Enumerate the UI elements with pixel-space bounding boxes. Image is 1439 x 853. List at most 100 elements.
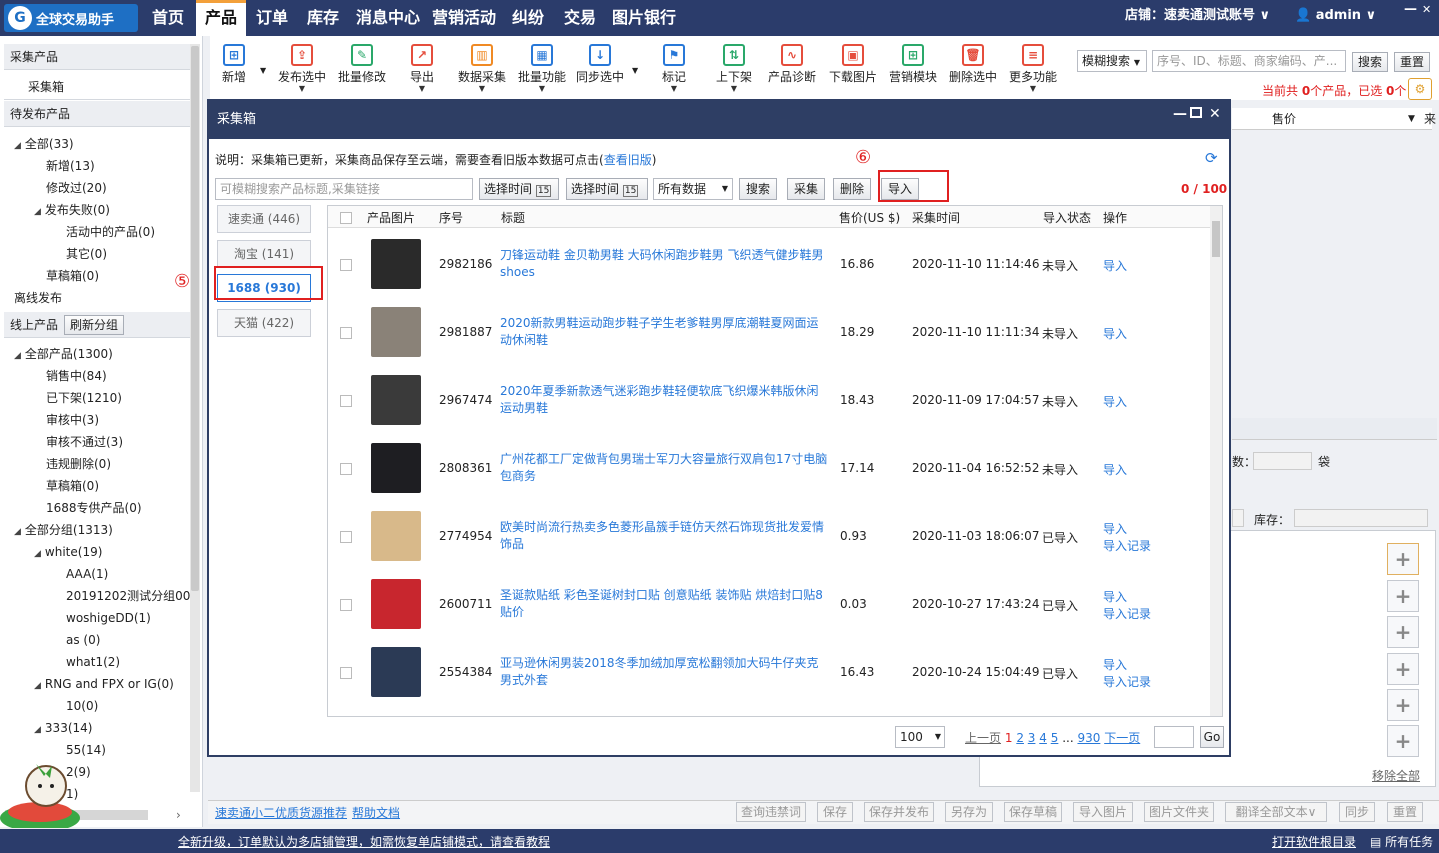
mascot-icon[interactable] (0, 760, 84, 832)
product-title-link[interactable]: 2020新款男鞋运动跑步鞋子学生老爹鞋男厚底潮鞋夏网面运动休闲鞋 (500, 315, 830, 349)
close-icon[interactable]: ✕ (1209, 106, 1221, 122)
row-checkbox[interactable] (340, 259, 352, 271)
save-as-button[interactable]: 另存为 (945, 802, 993, 822)
nav-disputes[interactable]: 纠纷 (512, 0, 544, 36)
delete-button[interactable]: 删除 (833, 178, 871, 200)
grid-scrollbar[interactable] (1210, 206, 1222, 716)
table-row[interactable]: 2967474 2020年夏季新款透气迷彩跑步鞋轻便软底飞织爆米韩版休闲运动男鞋 1… (328, 365, 1210, 433)
row-import-link[interactable]: 导入 (1103, 656, 1127, 673)
store-selector[interactable]: 店铺：速卖通测试账号 ∨ (1125, 0, 1270, 36)
search-mode-select[interactable]: 模糊搜索 ▼ (1077, 50, 1147, 72)
page-2-link[interactable]: 2 (1016, 731, 1024, 745)
tree-item[interactable]: 草稿箱(0) (14, 475, 198, 497)
table-row[interactable]: 2981887 2020新款男鞋运动跑步鞋子学生老爹鞋男厚底潮鞋夏网面运动休闲鞋 1… (328, 297, 1210, 365)
toolbar-batch-edit-button[interactable]: ✎ 批量修改 (334, 44, 390, 85)
collect-search-button[interactable]: 搜索 (739, 178, 777, 200)
product-title-link[interactable]: 亚马逊休闲男装2018冬季加绒加厚宽松翻领加大码牛仔夹克男式外套 (500, 655, 830, 689)
toolbar-marketing-button[interactable]: ⊞ 营销模块 (885, 44, 941, 85)
minimize-icon[interactable]: — (1173, 106, 1187, 122)
stock-field[interactable] (1294, 509, 1428, 527)
add-image-button[interactable]: + (1387, 725, 1419, 757)
nav-trade[interactable]: 交易 (564, 0, 596, 36)
nav-marketing[interactable]: 营销活动 (432, 0, 496, 36)
tree-item[interactable]: 离线发布 (14, 287, 155, 309)
nav-home[interactable]: 首页 (152, 0, 184, 36)
row-import-record-link[interactable]: 导入记录 (1103, 537, 1151, 554)
caret-down-icon[interactable]: ▼ (260, 66, 266, 75)
table-row[interactable]: 2808361 广州花都工厂定做背包男瑞士军刀大容量旅行双肩包17寸电脑包商务 17… (328, 433, 1210, 501)
page-jump-input[interactable] (1154, 726, 1194, 748)
tree-item[interactable]: 草稿箱(0) (14, 265, 155, 287)
search-input[interactable]: 序号、ID、标题、商家编码、产... (1152, 50, 1346, 72)
product-thumbnail[interactable] (371, 579, 421, 629)
tree-item[interactable]: 20191202测试分组001 (14, 585, 198, 607)
add-image-button[interactable]: + (1387, 580, 1419, 612)
page-4-link[interactable]: 4 (1039, 731, 1047, 745)
window-minimize-button[interactable]: — (1404, 0, 1417, 30)
translate-all-button[interactable]: 翻译全部文本∨ (1225, 802, 1327, 822)
page-size-select[interactable]: 100 ▼ (895, 726, 945, 748)
reset-button[interactable]: 重置 (1394, 52, 1430, 72)
row-import-link[interactable]: 导入 (1103, 461, 1127, 478)
save-button[interactable]: 保存 (817, 802, 853, 822)
product-thumbnail[interactable] (371, 307, 421, 357)
tree-item[interactable]: ◢ white(19) (14, 541, 198, 563)
expand-toggle-icon[interactable]: ◢ (34, 549, 41, 559)
sidebar-scrollbar-thumb[interactable] (191, 46, 199, 591)
refresh-icon[interactable]: ⟳ (1205, 149, 1218, 167)
tree-item[interactable]: 销售中(84) (14, 365, 198, 387)
refresh-groups-button[interactable]: 刷新分组 (64, 315, 124, 335)
tree-item[interactable]: ◢ 全部分组(1313) (14, 519, 198, 541)
tree-item[interactable]: 违规删除(0) (14, 453, 198, 475)
view-old-version-link[interactable]: 查看旧版 (604, 153, 652, 167)
row-checkbox[interactable] (340, 531, 352, 543)
sync-button[interactable]: 同步 (1339, 802, 1375, 822)
user-menu[interactable]: 👤 admin ∨ (1295, 0, 1376, 36)
scroll-right-icon[interactable]: › (176, 808, 181, 822)
table-row[interactable]: 2982186 刀锋运动鞋 金贝勒男鞋 大码休闲跑步鞋男 飞织透气健步鞋男 sho… (328, 229, 1210, 297)
search-button[interactable]: 搜索 (1352, 52, 1388, 72)
tree-item[interactable]: 1688专供产品(0) (14, 497, 198, 519)
tree-item[interactable]: AAA(1) (14, 563, 198, 585)
tab-aliexpress[interactable]: 速卖通 (446) (217, 205, 311, 233)
row-import-link[interactable]: 导入 (1103, 257, 1127, 274)
expand-toggle-icon[interactable]: ◢ (14, 141, 21, 151)
nav-messages[interactable]: 消息中心 (356, 0, 420, 36)
image-folder-button[interactable]: 图片文件夹 (1144, 802, 1214, 822)
row-checkbox[interactable] (340, 463, 352, 475)
tab-taobao[interactable]: 淘宝 (141) (217, 240, 311, 268)
tree-item[interactable]: as (0) (14, 629, 198, 651)
table-row[interactable]: 2774954 欧美时尚流行热卖多色菱形晶簇手链仿天然石饰现货批发爱情饰品 0.93… (328, 501, 1210, 569)
expand-toggle-icon[interactable]: ◢ (34, 681, 41, 691)
expand-toggle-icon[interactable]: ◢ (34, 725, 41, 735)
section-collect-products[interactable]: 采集产品 (4, 44, 190, 70)
tree-item[interactable]: ◢ 333(14) (14, 717, 198, 739)
toolbar-shelf-button[interactable]: ⇅ 上下架 ▼ (706, 44, 762, 93)
toolbar-publish-selected-button[interactable]: ⇪ 发布选中 ▼ (274, 44, 330, 93)
nav-image-bank[interactable]: 图片银行 (612, 0, 676, 36)
add-image-button[interactable]: + (1387, 616, 1419, 648)
remove-all-link[interactable]: 移除全部 (1372, 767, 1420, 784)
nav-product[interactable]: 产品 (196, 0, 246, 36)
product-title-link[interactable]: 广州花都工厂定做背包男瑞士军刀大容量旅行双肩包17寸电脑包商务 (500, 451, 830, 485)
field-stub[interactable] (1232, 509, 1244, 527)
open-root-dir-link[interactable]: 打开软件根目录 (1272, 833, 1356, 850)
row-import-record-link[interactable]: 导入记录 (1103, 605, 1151, 622)
page-5-link[interactable]: 5 (1051, 731, 1059, 745)
product-title-link[interactable]: 圣诞款贴纸 彩色圣诞树封口贴 创意贴纸 装饰贴 烘焙封口贴8贴价 (500, 587, 830, 621)
toolbar-add-button[interactable]: ⊞ 新增 (206, 44, 262, 85)
nav-order[interactable]: 订单 (256, 0, 288, 36)
tab-tmall[interactable]: 天猫 (422) (217, 309, 311, 337)
expand-toggle-icon[interactable]: ◢ (34, 207, 41, 217)
reset-button[interactable]: 重置 (1387, 802, 1423, 822)
toolbar-export-button[interactable]: ↗ 导出 ▼ (394, 44, 450, 93)
help-docs-link[interactable]: 帮助文档 (352, 804, 400, 821)
row-checkbox[interactable] (340, 667, 352, 679)
row-checkbox[interactable] (340, 599, 352, 611)
row-import-link[interactable]: 导入 (1103, 520, 1127, 537)
collect-button[interactable]: 采集 (787, 178, 825, 200)
product-thumbnail[interactable] (371, 239, 421, 289)
quantity-field[interactable] (1253, 452, 1312, 470)
toolbar-data-collect-button[interactable]: ▥ 数据采集 ▼ (454, 44, 510, 93)
end-date-picker[interactable]: 选择时间 15 (566, 178, 648, 200)
